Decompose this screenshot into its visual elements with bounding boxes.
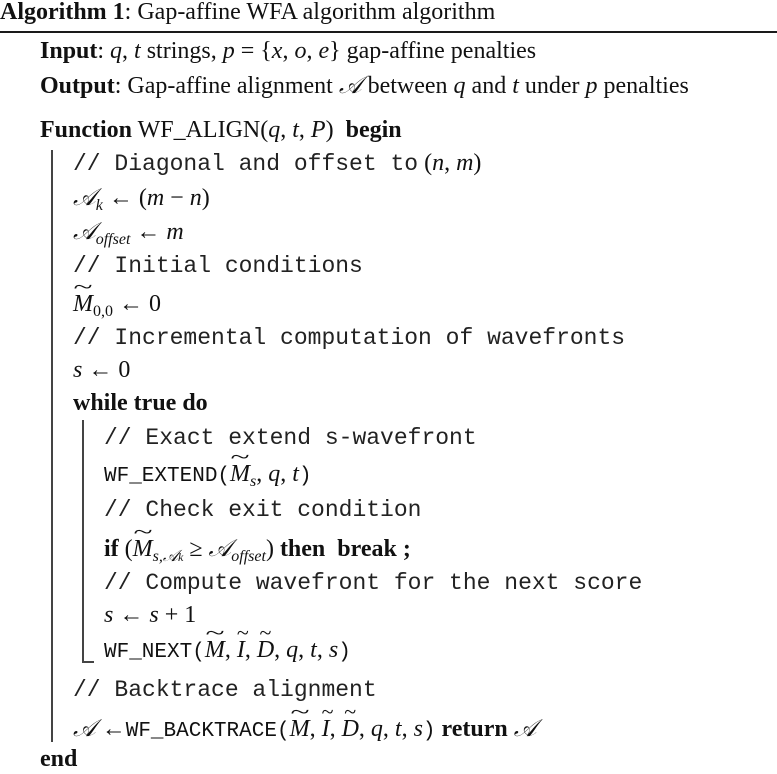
function-header: Function WF_ALIGN(q, t, P) begin [40, 117, 402, 143]
line-if-break: if (Ms,𝒜k ≥ 𝒜offset) then break ; [104, 533, 411, 565]
function-keyword: Function [40, 117, 133, 143]
line-assign-s-increment: s ← s + 1 [104, 602, 197, 628]
end-keyword-line: end [40, 744, 77, 774]
while-block-end-tick [82, 661, 94, 663]
algorithm-label: Algorithm 1 [0, 0, 125, 25]
line-comment-initial: // Initial conditions [73, 253, 363, 279]
end-keyword: end [40, 746, 78, 772]
output-line: Output: Gap-affine alignment 𝒜 between q… [40, 71, 689, 99]
function-block-bar [51, 150, 53, 742]
algorithm-caption: Algorithm 1: Gap-affine WFA algorithm al… [0, 0, 496, 25]
line-assign-ak: 𝒜k ← (m − n) [73, 183, 210, 214]
line-comment-diagonal: // Diagonal and offset to (n, m) [73, 150, 482, 177]
line-comment-incremental: // Incremental computation of wavefronts [73, 325, 626, 351]
line-comment-extend: // Exact extend s-wavefront [104, 425, 477, 451]
output-label: Output [40, 73, 115, 99]
begin-keyword: begin [345, 117, 402, 143]
line-while: while true do [73, 390, 208, 416]
line-call-backtrace: 𝒜 ←WF_BACKTRACE(M, I, D, q, t, s) return… [73, 713, 536, 747]
line-comment-compute: // Compute wavefront for the next score [104, 570, 643, 596]
while-block-bar [82, 420, 84, 663]
line-assign-aoffset: 𝒜offset ← m [73, 217, 184, 248]
input-line: Input: q, t strings, p = {x, o, e} gap-a… [40, 38, 537, 64]
function-name: WF_ALIGN [137, 117, 261, 143]
line-call-extend: WF_EXTEND(Ms, q, t) [104, 459, 312, 492]
line-call-next: WF_NEXT(M, I, D, q, t, s) [104, 635, 351, 668]
line-assign-s0: s ← 0 [73, 357, 131, 383]
algorithm-title: Gap-affine WFA algorithm algorithm [137, 0, 496, 25]
input-label: Input [40, 38, 98, 64]
line-assign-m00: M0,0 ← 0 [73, 289, 161, 320]
caption-rule [0, 31, 777, 33]
